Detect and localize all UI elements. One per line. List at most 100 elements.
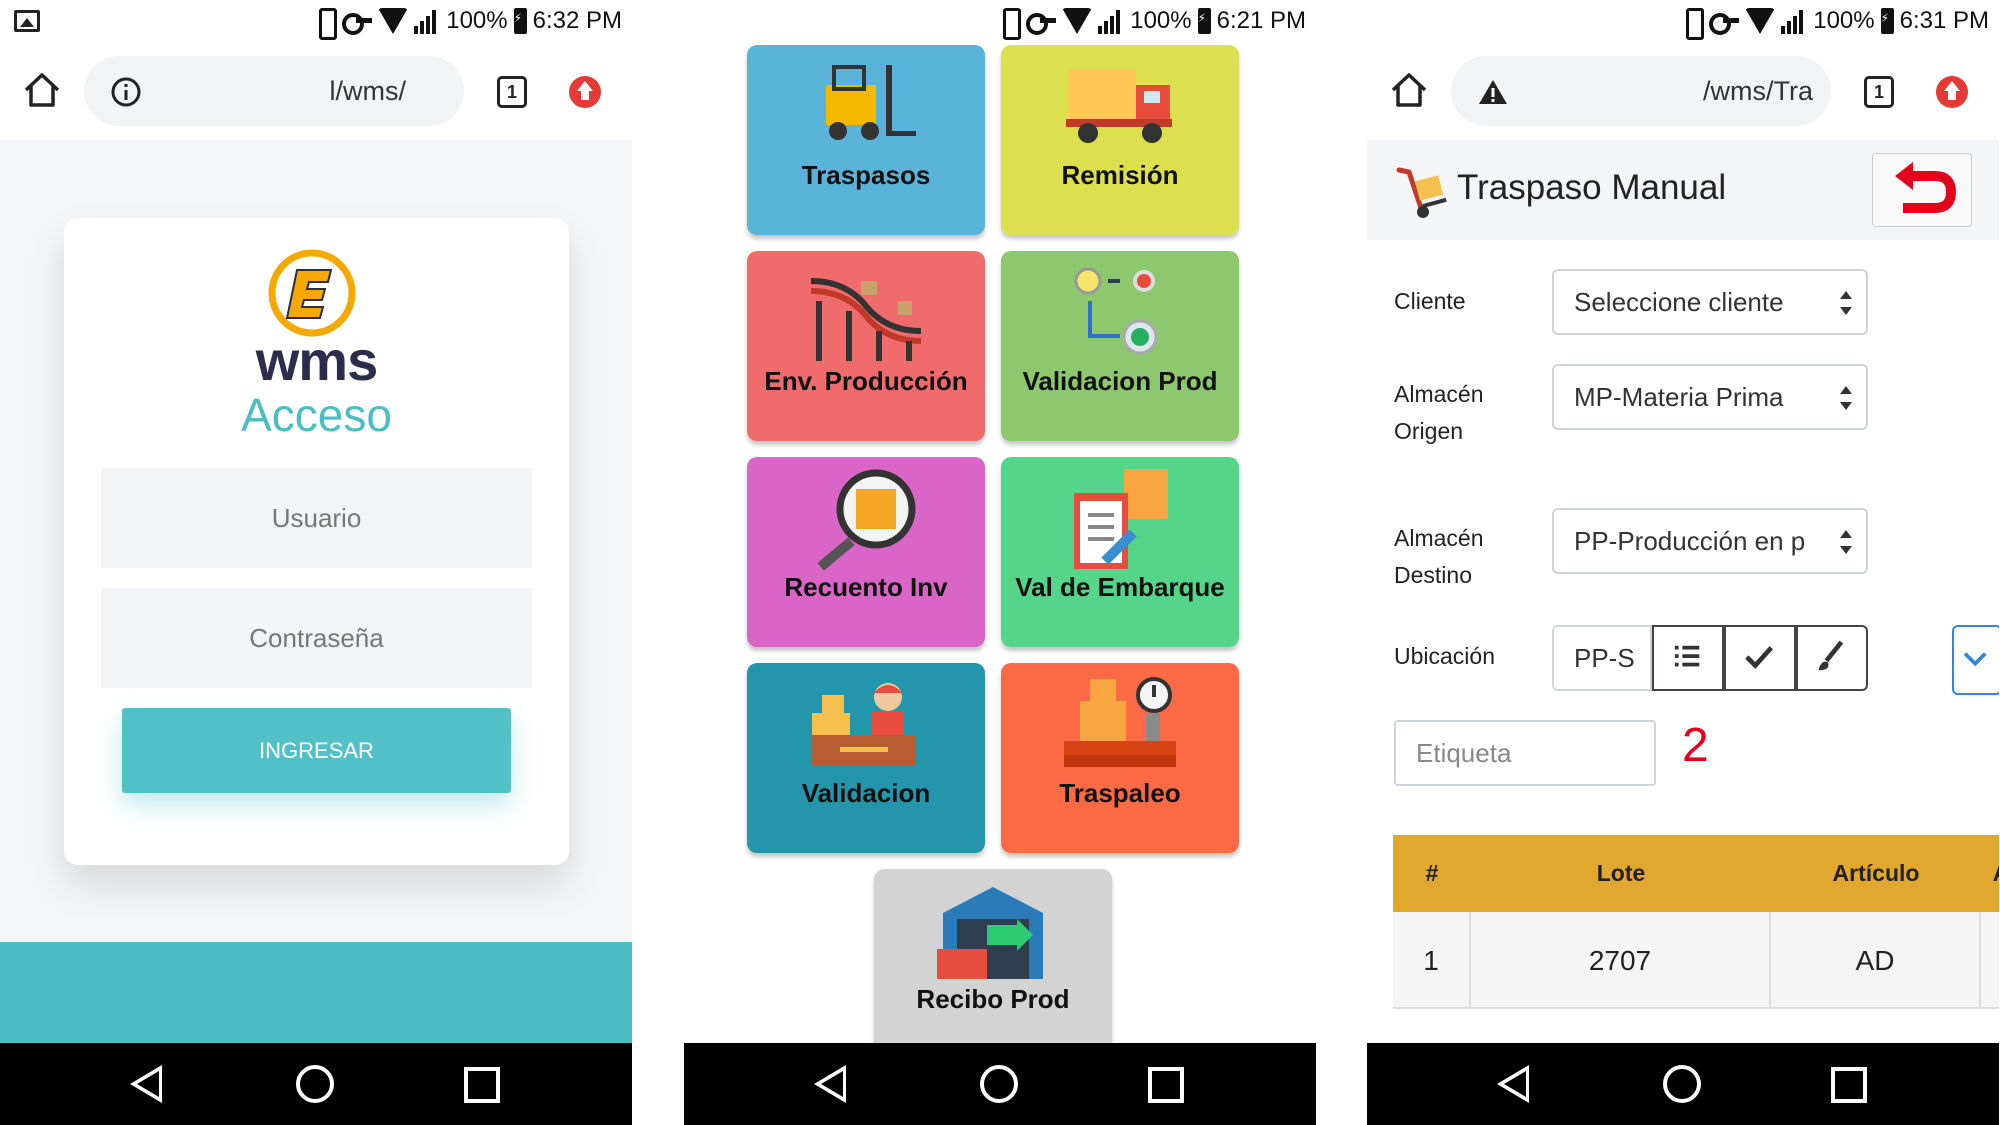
url-bar[interactable]: l/wms/ <box>84 56 464 126</box>
nav-recents-icon[interactable] <box>1148 1067 1184 1103</box>
tab-count-icon[interactable]: 1 <box>1864 76 1894 108</box>
nav-back-icon[interactable] <box>1497 1065 1529 1103</box>
url-text: /wms/Tra <box>1703 76 1813 106</box>
column-header: Artículo <box>1832 860 1920 886</box>
url-bar[interactable]: /wms/Tra <box>1451 56 1831 126</box>
column-header: # <box>1425 860 1439 886</box>
column-header: Lote <box>1596 860 1646 886</box>
list-button[interactable] <box>1652 625 1724 691</box>
tile-env-produccion[interactable]: Env. Producción <box>747 251 985 441</box>
column-header: A <box>1981 835 1999 912</box>
warning-icon[interactable] <box>1477 76 1509 108</box>
android-nav-bar <box>684 1043 1316 1125</box>
origen-select-value: MP-Materia Prima <box>1574 382 1784 412</box>
clock: 6:31 PM <box>1899 7 1989 34</box>
tile-val-de-embarque[interactable]: Val de Embarque <box>1001 457 1239 647</box>
back-button[interactable] <box>1872 153 1972 227</box>
gallery-icon <box>14 10 40 32</box>
update-icon[interactable] <box>1936 76 1968 108</box>
ubicacion-label: Ubicación <box>1394 643 1495 669</box>
tile-traspaleo[interactable]: Traspaleo <box>1001 663 1239 853</box>
nav-home-icon[interactable] <box>1663 1065 1701 1103</box>
table-cell: AD <box>1771 912 1981 1009</box>
tile-validacion-prod[interactable]: Validacion Prod <box>1001 251 1239 441</box>
tile-remision[interactable]: Remisión <box>1001 45 1239 235</box>
wifi-icon <box>378 8 409 34</box>
item-count: 2 <box>1682 719 1709 772</box>
conveyor-belt-icon <box>810 278 922 361</box>
tile-recibo-prod[interactable]: Recibo Prod <box>874 869 1112 1059</box>
home-icon[interactable] <box>22 70 62 110</box>
tile-recuento-inv[interactable]: Recuento Inv <box>747 457 985 647</box>
battery-percent: 100% <box>446 7 508 34</box>
logo-text: wms <box>255 329 379 392</box>
vpn-key-icon <box>1026 13 1057 35</box>
nav-recents-icon[interactable] <box>1831 1067 1867 1103</box>
nav-recents-icon[interactable] <box>464 1067 500 1103</box>
browser-toolbar: /wms/Tra 1 <box>1367 42 1999 140</box>
forklift-icon <box>826 65 916 140</box>
login-button[interactable]: INGRESAR <box>122 708 511 793</box>
destino-select-value: PP-Producción en p <box>1574 526 1806 556</box>
scale-boxes-icon <box>1064 677 1176 767</box>
select-arrows-icon <box>1840 386 1852 410</box>
tile-label: Remisión <box>1061 160 1179 190</box>
brush-icon <box>1818 640 1844 671</box>
tile-label: Traspasos <box>801 160 931 190</box>
flow-checkpoint-icon <box>1074 267 1158 355</box>
expand-button[interactable] <box>1952 625 1999 695</box>
browser-toolbar: l/wms/ 1 <box>0 42 632 140</box>
page-title: Traspaso Manual <box>1457 168 1727 207</box>
nav-home-icon[interactable] <box>296 1065 334 1103</box>
confirm-button[interactable] <box>1724 625 1796 691</box>
wifi-icon <box>1062 8 1093 34</box>
origen-label-line2: Origen <box>1394 418 1464 444</box>
nav-back-icon[interactable] <box>814 1065 846 1103</box>
vibrate-icon <box>998 8 1022 40</box>
battery-icon <box>1880 8 1894 34</box>
check-icon <box>1745 646 1774 669</box>
login-screen: 100% 6:32 PM l/wms/ 1 wms Acceso INGRESA… <box>0 0 632 1125</box>
warehouse-icon <box>937 887 1043 979</box>
password-input[interactable] <box>101 588 532 688</box>
tile-label: Recibo Prod <box>916 984 1070 1014</box>
menu-screen: 100% 6:21 PM Traspasos Remisión Env. Pro… <box>684 0 1316 1125</box>
clock: 6:32 PM <box>532 7 622 34</box>
list-icon <box>1674 645 1700 667</box>
origen-label-line1: Almacén <box>1394 381 1484 407</box>
battery-percent: 100% <box>1813 7 1875 34</box>
origen-label: Almacén Origen <box>1394 376 1483 450</box>
etiqueta-input[interactable]: Etiqueta <box>1394 720 1656 786</box>
clear-button[interactable] <box>1796 625 1868 691</box>
cliente-select-value: Seleccione cliente <box>1574 287 1784 317</box>
ubicacion-input[interactable]: PP-S <box>1552 625 1652 691</box>
tile-traspasos[interactable]: Traspasos <box>747 45 985 235</box>
select-arrows-icon <box>1840 530 1852 554</box>
home-icon[interactable] <box>1389 70 1429 110</box>
destino-select[interactable]: PP-Producción en p <box>1552 508 1868 574</box>
signal-icon <box>1781 8 1807 34</box>
battery-icon <box>513 8 527 34</box>
update-icon[interactable] <box>569 76 601 108</box>
destino-label: Almacén Destino <box>1394 520 1483 594</box>
transfer-screen: 100% 6:31 PM /wms/Tra 1 Traspaso Manual <box>1367 0 1999 1125</box>
cliente-select[interactable]: Seleccione cliente <box>1552 269 1868 335</box>
wifi-icon <box>1745 8 1776 34</box>
footer-band <box>0 942 632 1043</box>
tile-validacion[interactable]: Validacion <box>747 663 985 853</box>
url-text: l/wms/ <box>329 76 407 106</box>
origen-select[interactable]: MP-Materia Prima <box>1552 364 1868 430</box>
nav-home-icon[interactable] <box>980 1065 1018 1103</box>
status-bar: 100% 6:21 PM <box>684 0 1316 42</box>
status-bar: 100% 6:31 PM <box>1367 0 1999 42</box>
ubicacion-group: PP-S <box>1552 625 1868 691</box>
info-icon[interactable] <box>110 76 142 108</box>
worker-desk-icon <box>812 683 916 765</box>
username-input[interactable] <box>101 468 532 568</box>
destino-label-line1: Almacén <box>1394 525 1484 551</box>
tab-count-icon[interactable]: 1 <box>497 76 527 108</box>
table-row[interactable]: 1 2707 AD <box>1393 912 1999 1009</box>
delivery-truck-icon <box>1066 69 1172 143</box>
destino-label-line2: Destino <box>1394 562 1472 588</box>
nav-back-icon[interactable] <box>130 1065 162 1103</box>
